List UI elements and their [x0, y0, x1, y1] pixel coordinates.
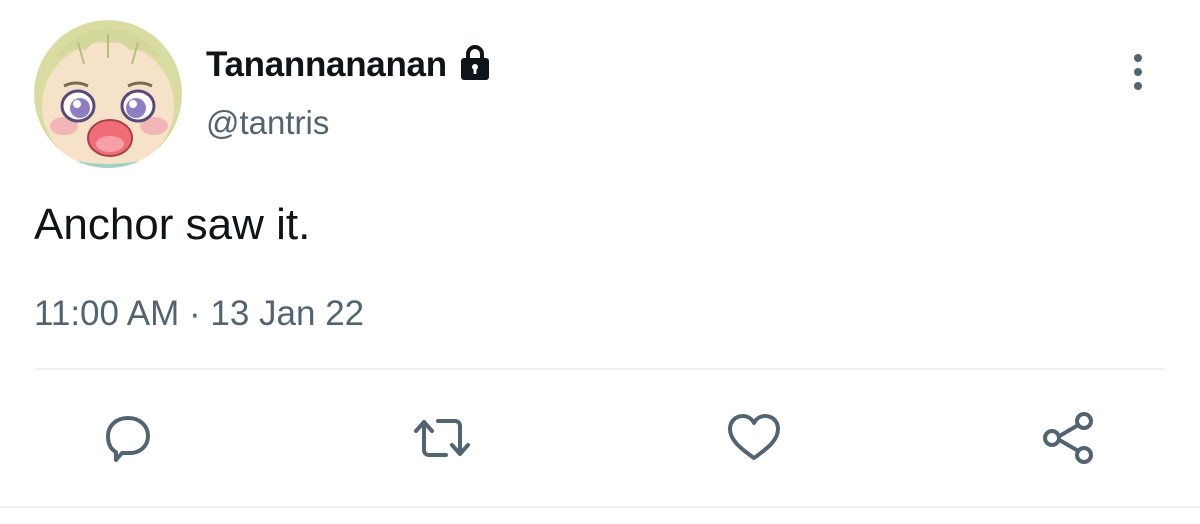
avatar-image	[34, 20, 182, 168]
divider	[34, 368, 1166, 370]
author-handle[interactable]: @tantris	[206, 106, 329, 139]
more-options-icon[interactable]	[1120, 52, 1156, 92]
tweet-timestamp[interactable]: 11:00 AM · 13 Jan 22	[34, 296, 364, 331]
author-display-name[interactable]: Tanannananan	[206, 47, 447, 82]
share-button[interactable]	[1036, 406, 1100, 470]
avatar[interactable]	[34, 20, 182, 168]
heart-icon	[728, 414, 780, 460]
tweet-text: Anchor saw it.	[34, 200, 311, 249]
author-name-row: Tanannananan	[206, 40, 495, 88]
share-icon	[1043, 412, 1093, 464]
retweet-button[interactable]	[410, 406, 474, 470]
bottom-divider	[0, 506, 1200, 508]
reply-button[interactable]	[96, 406, 160, 470]
lock-icon	[455, 42, 495, 82]
retweet-icon	[414, 419, 470, 457]
like-button[interactable]	[722, 406, 786, 470]
reply-icon	[106, 416, 150, 462]
tweet-card: Tanannananan @tantris Anchor saw it. 11:…	[0, 0, 1200, 524]
